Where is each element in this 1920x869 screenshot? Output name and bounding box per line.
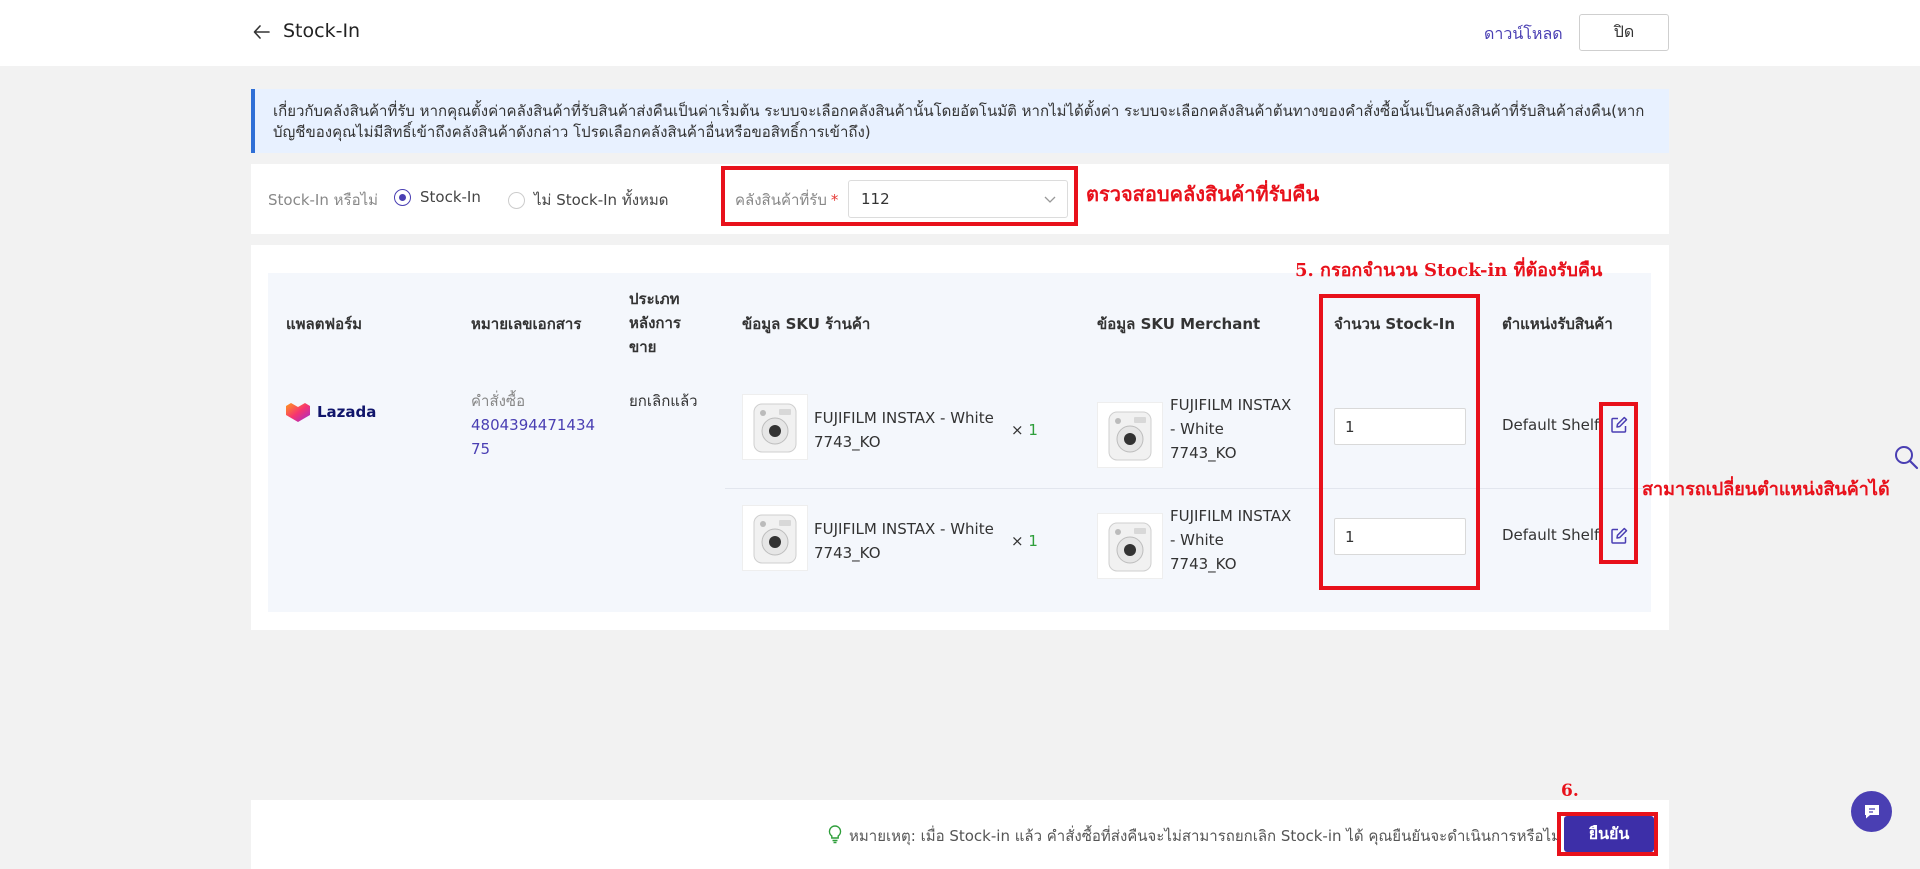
header-aftersale-line: หลังการ bbox=[629, 314, 681, 332]
search-icon[interactable] bbox=[1893, 444, 1919, 470]
shop-sku-info: FUJIFILM INSTAX - White 7743_KO bbox=[814, 517, 994, 565]
confirm-button[interactable]: ยืนยัน bbox=[1564, 816, 1654, 852]
annotation-step6: 6. bbox=[1561, 781, 1579, 801]
order-number-link[interactable]: 480439447143475 bbox=[471, 413, 596, 461]
quantity-value: 1 bbox=[1028, 532, 1038, 550]
warehouse-label-text: คลังสินค้าที่รับ bbox=[735, 191, 827, 209]
camera-icon bbox=[753, 403, 797, 453]
radio-stockin-label: Stock-In bbox=[420, 188, 481, 206]
shelf-location: Default Shelf bbox=[1502, 416, 1600, 434]
platform-cell: Lazada bbox=[285, 401, 376, 423]
shelf-location: Default Shelf bbox=[1502, 526, 1600, 544]
lazada-logo-icon bbox=[286, 403, 310, 422]
merchant-sku-code: 7743_KO bbox=[1170, 555, 1237, 573]
edit-icon[interactable] bbox=[1610, 527, 1628, 545]
row-divider bbox=[725, 488, 1651, 489]
edit-icon[interactable] bbox=[1610, 416, 1628, 434]
merchant-sku-variant: - White bbox=[1170, 531, 1224, 549]
merchant-sku-variant: - White bbox=[1170, 420, 1224, 438]
back-arrow-icon[interactable] bbox=[252, 22, 272, 42]
required-mark: * bbox=[830, 191, 839, 209]
footer-note: หมายเหตุ: เมื่อ Stock-in แล้ว คำสั่งซื้อ… bbox=[849, 827, 1559, 845]
radio-unchecked-icon bbox=[508, 191, 525, 209]
merchant-product-image bbox=[1097, 402, 1163, 468]
quantity-prefix: × bbox=[1011, 532, 1024, 550]
stockin-quantity-input[interactable] bbox=[1334, 408, 1466, 445]
shop-sku-code: 7743_KO bbox=[814, 544, 881, 562]
product-image bbox=[742, 394, 808, 460]
warehouse-select-value: 112 bbox=[861, 190, 890, 208]
header-stockin-qty: จำนวน Stock-In bbox=[1334, 315, 1455, 333]
document-type-label: คำสั่งซื้อ bbox=[471, 392, 526, 410]
radio-checked-icon bbox=[394, 188, 411, 206]
radio-stockin[interactable]: Stock-In bbox=[394, 188, 481, 206]
info-banner: เกี่ยวกับคลังสินค้าที่รับ หากคุณตั้งค่าค… bbox=[251, 89, 1669, 153]
camera-icon bbox=[1108, 411, 1152, 461]
header-platform: แพลตฟอร์ม bbox=[286, 315, 363, 333]
camera-icon bbox=[1108, 522, 1152, 572]
product-image bbox=[742, 505, 808, 571]
merchant-sku-code: 7743_KO bbox=[1170, 444, 1237, 462]
platform-name: Lazada bbox=[317, 403, 377, 421]
aftersale-type-value: ยกเลิกแล้ว bbox=[629, 392, 698, 410]
download-link[interactable]: ดาวน์โหลด bbox=[1484, 22, 1563, 47]
annotation-check-warehouse: ตรวจสอบคลังสินค้าที่รับคืน bbox=[1086, 182, 1320, 206]
merchant-sku-name: FUJIFILM INSTAX bbox=[1170, 396, 1292, 414]
quantity-prefix: × bbox=[1011, 421, 1024, 439]
page-title: Stock-In bbox=[283, 20, 361, 42]
radio-no-stockin-label: ไม่ Stock-In ทั้งหมด bbox=[534, 191, 669, 209]
merchant-product-image bbox=[1097, 513, 1163, 579]
header-merchant-sku: ข้อมูล SKU Merchant bbox=[1097, 315, 1261, 333]
shop-sku-name: FUJIFILM INSTAX - White bbox=[814, 520, 994, 538]
close-button[interactable]: ปิด bbox=[1579, 14, 1669, 51]
sku-quantity: × 1 bbox=[1011, 421, 1038, 439]
warehouse-label: คลังสินค้าที่รับ * bbox=[735, 188, 838, 212]
header-location: ตำแหน่งรับสินค้า bbox=[1502, 315, 1613, 333]
quantity-value: 1 bbox=[1028, 421, 1038, 439]
warehouse-select[interactable]: 112 bbox=[848, 180, 1068, 218]
annotation-change-location: สามารถเปลี่ยนตำแหน่งสินค้าได้ bbox=[1642, 479, 1890, 500]
merchant-sku-name: FUJIFILM INSTAX bbox=[1170, 507, 1292, 525]
merchant-sku-info: FUJIFILM INSTAX - White 7743_KO bbox=[1170, 393, 1291, 465]
header-document: หมายเลขเอกสาร bbox=[471, 315, 582, 333]
shop-sku-info: FUJIFILM INSTAX - White 7743_KO bbox=[814, 406, 994, 454]
chat-button[interactable] bbox=[1851, 791, 1892, 832]
annotation-step5: 5. กรอกจำนวน Stock-in ที่ต้องรับคืน bbox=[1295, 260, 1603, 281]
merchant-sku-info: FUJIFILM INSTAX - White 7743_KO bbox=[1170, 504, 1291, 576]
radio-no-stockin[interactable]: ไม่ Stock-In ทั้งหมด bbox=[508, 188, 669, 212]
stockin-filter-card: Stock-In หรือไม่ Stock-In ไม่ Stock-In ท… bbox=[251, 164, 1669, 234]
shop-sku-code: 7743_KO bbox=[814, 433, 881, 451]
stockin-quantity-input[interactable] bbox=[1334, 518, 1466, 555]
stockin-option-label: Stock-In หรือไม่ bbox=[268, 191, 379, 209]
shop-sku-name: FUJIFILM INSTAX - White bbox=[814, 409, 994, 427]
header-shop-sku: ข้อมูล SKU ร้านค้า bbox=[742, 315, 871, 333]
sku-quantity: × 1 bbox=[1011, 532, 1038, 550]
lightbulb-icon bbox=[828, 825, 842, 844]
chevron-down-icon bbox=[1044, 196, 1056, 203]
header-aftersale-line: ประเภท bbox=[629, 290, 680, 308]
camera-icon bbox=[753, 514, 797, 564]
header-aftersale-line: ขาย bbox=[629, 338, 657, 356]
chat-icon bbox=[1864, 804, 1879, 818]
header-aftersale-type: ประเภท หลังการ ขาย bbox=[629, 287, 681, 359]
